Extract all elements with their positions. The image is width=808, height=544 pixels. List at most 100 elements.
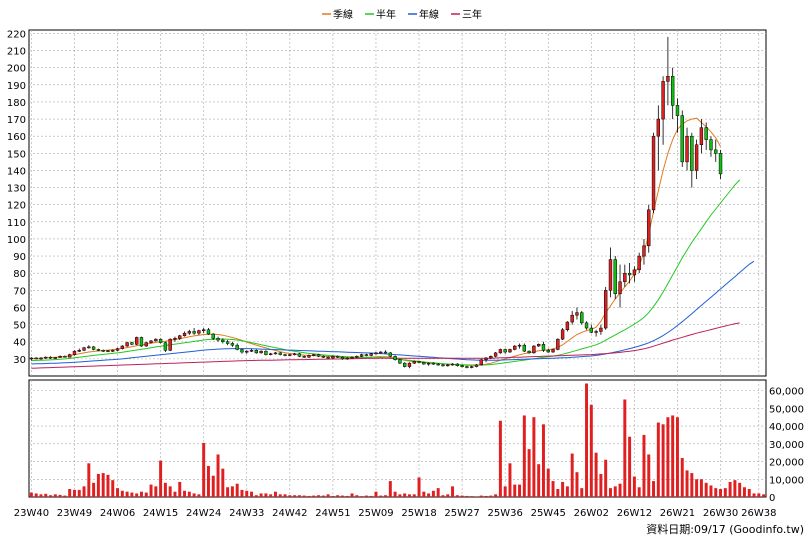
candle-body: [398, 359, 402, 364]
price-tick-label: 150: [7, 149, 26, 160]
volume-bar: [355, 495, 359, 497]
candle-body: [407, 362, 412, 367]
candle-body: [560, 329, 565, 340]
volume-tick-label: 20,000: [769, 458, 804, 469]
footer-source: (Goodinfo.tw): [729, 523, 804, 536]
price-tick-label: 50: [13, 321, 26, 332]
legend: 季線 半年 年線 三年: [322, 8, 482, 21]
volume-bar: [656, 422, 660, 497]
volume-bar: [455, 495, 459, 497]
candle-body: [77, 350, 81, 352]
candle-body: [268, 353, 273, 355]
volume-bar: [144, 492, 148, 497]
volume-bar: [226, 487, 230, 497]
candle-body: [474, 364, 479, 367]
candle-body: [618, 281, 622, 295]
volume-bar: [652, 481, 656, 497]
candle-body: [393, 356, 397, 360]
volume-bar: [403, 493, 407, 497]
volume-bar: [484, 495, 488, 497]
volume-bar: [407, 494, 411, 497]
volume-bar: [412, 494, 416, 497]
volume-bar: [77, 489, 81, 497]
price-tick-label: 160: [7, 132, 26, 143]
candle-body: [402, 362, 407, 367]
candle-body: [465, 366, 469, 368]
candle-body: [489, 356, 493, 359]
candle-body: [182, 332, 187, 336]
volume-bar: [474, 496, 478, 497]
candle-body: [96, 349, 101, 351]
volume-bar: [618, 483, 622, 497]
candle-body: [321, 356, 326, 358]
candle-body: [82, 347, 86, 351]
volume-bar: [96, 473, 100, 497]
candle-body: [436, 363, 440, 366]
volume-bar: [264, 493, 268, 497]
volume-bar: [527, 449, 531, 497]
volume-bar: [747, 489, 751, 497]
volume-bar: [757, 493, 761, 497]
volume-bar: [254, 495, 258, 497]
candle-body: [388, 352, 393, 357]
volume-bar: [58, 494, 62, 497]
candle-body: [355, 356, 359, 358]
volume-bar: [154, 486, 158, 497]
legend-label: 年線: [419, 8, 439, 21]
volume-bar: [623, 399, 627, 497]
candle-body: [44, 356, 48, 359]
candle-body: [589, 327, 594, 333]
x-tick-label: 24W06: [100, 508, 135, 519]
candle-body: [58, 356, 62, 358]
volume-bar: [522, 415, 526, 497]
x-tick-label: 25W27: [444, 508, 479, 519]
candle-body: [450, 363, 455, 366]
volume-bar: [742, 487, 746, 497]
volume-bar: [470, 496, 474, 497]
volume-bar: [374, 491, 378, 497]
volume-bar: [135, 493, 139, 497]
volume-bar: [537, 464, 541, 497]
volume-bar: [431, 490, 435, 497]
volume-bar: [417, 477, 421, 497]
candle-body: [532, 345, 536, 354]
volume-bar: [82, 486, 86, 497]
candle-body: [39, 357, 43, 360]
candle-body: [149, 340, 153, 343]
volume-bar: [541, 424, 545, 497]
price-tick-label: 90: [13, 252, 26, 263]
candle-body: [383, 351, 388, 354]
volume-bar: [163, 482, 167, 497]
volume-bar: [637, 487, 641, 497]
volume-bar: [34, 493, 38, 497]
candle-body: [603, 290, 608, 329]
legend-label: 季線: [333, 8, 353, 21]
candle-body: [422, 362, 426, 365]
volume-bar: [293, 495, 297, 497]
candle-body: [350, 356, 354, 359]
volume-bar: [173, 491, 177, 497]
candle-body: [656, 118, 661, 137]
volume-bar: [116, 488, 120, 497]
candle-body: [163, 342, 168, 351]
candle-body: [647, 209, 651, 247]
volume-bar: [364, 495, 368, 497]
price-tick-label: 100: [7, 235, 26, 246]
candle-body: [522, 344, 527, 352]
x-tick-label: 24W24: [186, 508, 221, 519]
candle-body: [642, 245, 646, 257]
candle-body: [513, 345, 517, 350]
candle-body: [307, 355, 311, 358]
legend-label: 三年: [462, 8, 482, 21]
candle-body: [508, 349, 512, 353]
volume-bar: [297, 495, 301, 497]
candle-body: [101, 350, 105, 352]
candle-body: [718, 153, 723, 175]
volume-bar: [518, 484, 522, 497]
price-panel: 30 40 50 60 70 80 90 100 110 120 130 140 150 160 170 18…: [7, 29, 767, 377]
candle-body: [134, 337, 139, 345]
price-tick-label: 180: [7, 98, 26, 109]
volume-bar: [312, 495, 316, 497]
price-tick-label: 190: [7, 81, 26, 92]
volume-bar: [221, 468, 225, 497]
